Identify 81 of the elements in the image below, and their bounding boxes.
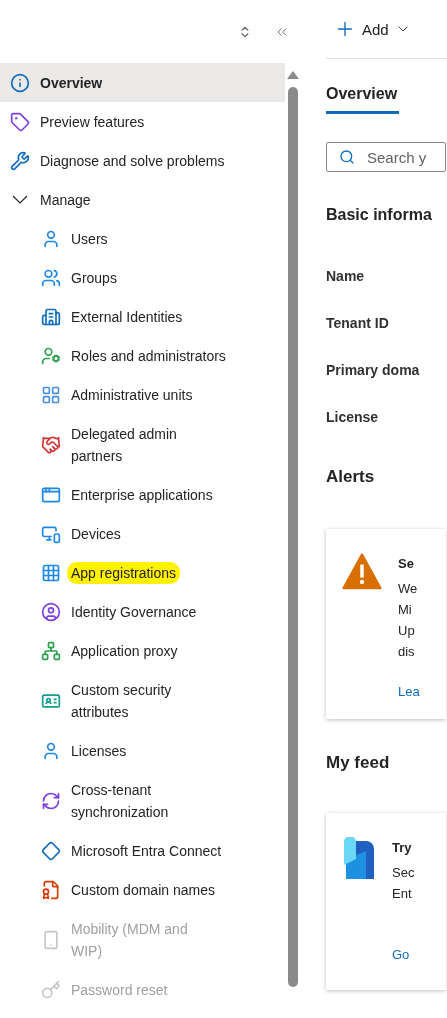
nav-item[interactable]: Custom security attributes [0,670,285,731]
card-title: Se [398,555,415,573]
nav-item[interactable]: Application proxy [0,631,285,670]
wrench-icon [10,150,30,171]
nav-item[interactable]: Cross-tenant synchronization [0,770,285,831]
add-button[interactable]: Add [326,18,411,40]
nav-label: Administrative units [70,385,194,405]
nav-item[interactable]: Identity Governance [0,592,285,631]
nav-item[interactable]: Users [0,219,285,258]
nav-item[interactable]: Licenses [0,731,285,770]
phone-icon [41,929,61,950]
nav-item[interactable]: Groups [0,258,285,297]
grid-icon [41,384,61,405]
nav-item[interactable]: Manage [0,180,285,219]
nav-label: Microsoft Entra Connect [70,841,223,861]
user-icon [41,228,61,249]
card-link[interactable]: Lea [398,681,420,702]
nav-label: Enterprise applications [70,485,214,505]
info-icon [10,72,30,93]
nav-label: Overview [39,73,104,93]
user-circle-icon [41,601,61,622]
scroll-up-icon[interactable] [287,71,300,79]
scroll-thumb[interactable] [288,87,299,987]
nav-item[interactable]: Preview features [0,102,285,141]
card-text: We [398,580,419,598]
search-field[interactable]: Search y [326,142,446,172]
card-text: Mi [398,601,413,619]
field-label: License [326,409,380,425]
certificate-icon [41,879,61,900]
nav-label: Delegated admin partners [70,424,178,466]
nav-item[interactable]: App registrations [0,553,285,592]
building-icon [41,306,61,327]
nav-label: Licenses [70,741,128,761]
nav-label: Identity Governance [70,602,198,622]
nav-label: Manage [39,190,92,210]
nav-label: Diagnose and solve problems [39,151,226,171]
nav-label: Preview features [39,112,146,132]
diamond-icon [41,840,61,861]
nav-item[interactable]: Microsoft Entra Connect [0,831,285,870]
section-heading: Basic informa [326,206,433,224]
handshake-icon [41,434,61,455]
app-logo-icon [342,837,376,881]
nav-label: Password reset [70,980,169,1000]
sync-icon [41,790,61,811]
card-text: Sec [392,864,415,882]
nav-label: Groups [70,268,118,288]
nav-label: Custom security attributes [70,680,173,722]
tab[interactable]: Overview [326,85,400,114]
nav-item[interactable]: Diagnose and solve problems [0,141,285,180]
nav-item[interactable]: Enterprise applications [0,475,285,514]
field-label: Name [326,268,366,284]
field-label: Tenant ID [326,315,390,331]
users-icon [41,267,61,288]
highlighted-label: App registrations [67,561,181,584]
card-text: dis [398,643,416,661]
nav-item[interactable]: Devices [0,514,285,553]
user-cog-icon [41,345,61,366]
nav-label: Application proxy [70,641,179,661]
nav-item[interactable]: Overview [0,63,285,102]
card-link[interactable]: Go [392,944,415,965]
nav-label: Devices [70,524,122,544]
card-text: Up [398,622,416,640]
card-text: Ent [392,885,413,903]
nav-item[interactable]: Administrative units [0,375,285,414]
nav-item[interactable]: Custom domain names [0,870,285,909]
section-heading: Alerts [326,467,376,487]
nav-label: External Identities [70,307,184,327]
nav-label: Users [70,229,109,249]
nav-item[interactable]: Delegated admin partners [0,414,285,475]
nav-item[interactable]: External Identities [0,297,285,336]
nav-label: Cross-tenant synchronization [70,780,170,822]
nav-item[interactable]: Roles and administrators [0,336,285,375]
section-heading: My feed [326,753,391,773]
warning-icon [342,553,382,590]
nav-label: Roles and administrators [70,346,227,366]
search-icon [339,149,355,165]
field-label: Primary doma [326,362,421,378]
key-icon [41,979,61,1000]
nav-label: Mobility (MDM and WIP) [70,919,189,961]
card-title: Try [392,839,413,857]
nav-label: Custom domain names [70,880,216,900]
